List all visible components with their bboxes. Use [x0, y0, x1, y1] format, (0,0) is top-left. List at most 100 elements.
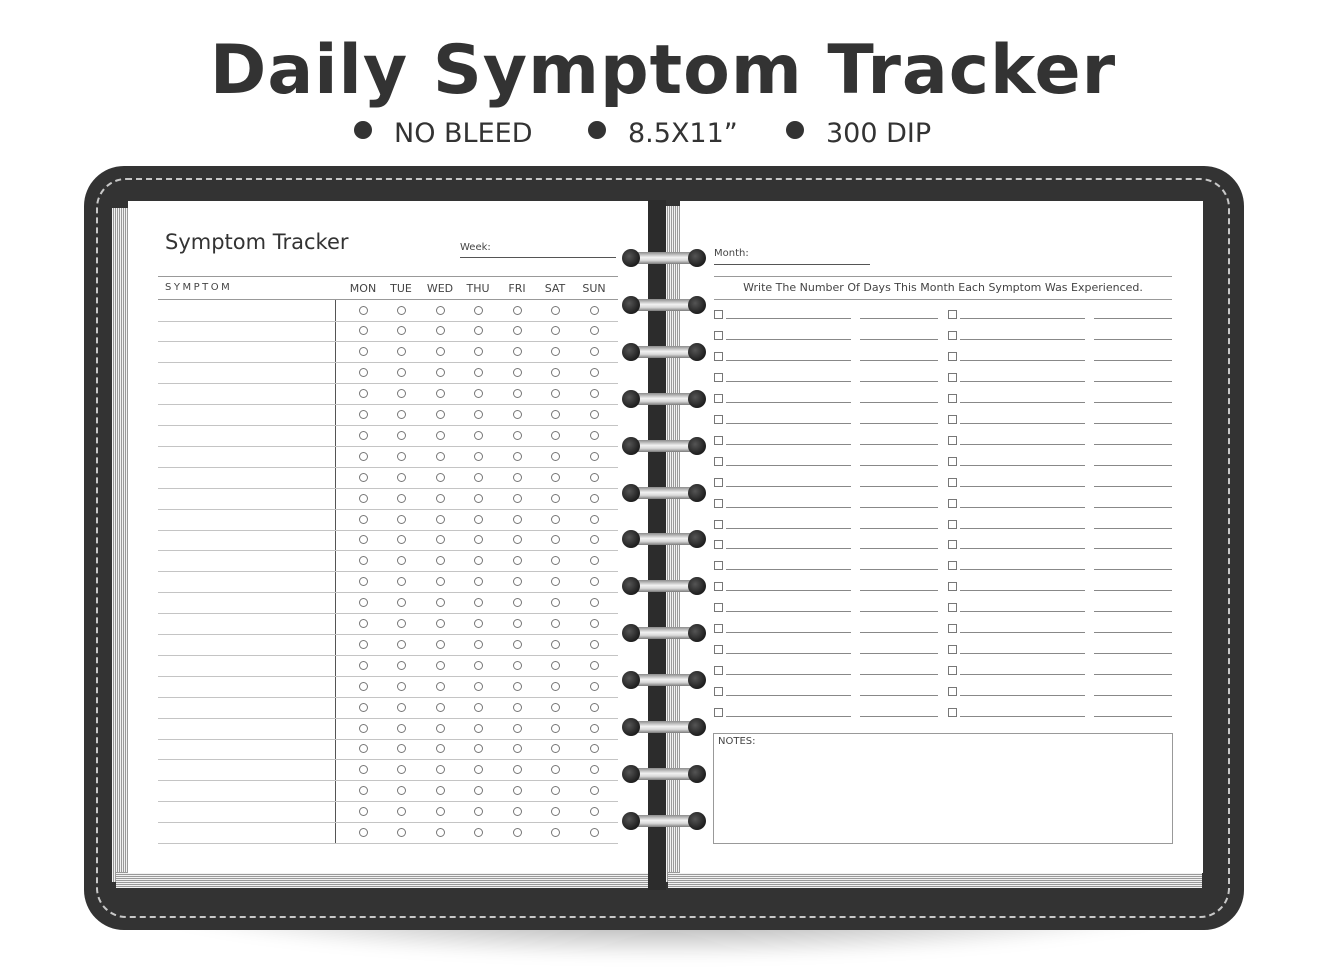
empty-checkbox-icon[interactable] — [714, 456, 723, 466]
empty-circle-icon[interactable] — [435, 493, 445, 503]
empty-circle-icon[interactable] — [589, 493, 599, 503]
empty-circle-icon[interactable] — [396, 681, 406, 691]
empty-circle-icon[interactable] — [473, 598, 483, 608]
empty-circle-icon[interactable] — [358, 410, 368, 419]
empty-circle-icon[interactable] — [473, 702, 483, 712]
empty-circle-icon[interactable] — [473, 660, 483, 670]
empty-checkbox-icon[interactable] — [948, 310, 957, 319]
empty-circle-icon[interactable] — [396, 389, 406, 399]
empty-circle-icon[interactable] — [435, 535, 445, 545]
symptom-name-field[interactable] — [158, 697, 334, 717]
empty-circle-icon[interactable] — [512, 723, 522, 733]
empty-circle-icon[interactable] — [473, 451, 483, 461]
empty-circle-icon[interactable] — [589, 347, 599, 357]
empty-circle-icon[interactable] — [512, 702, 522, 712]
days-count-line[interactable] — [1094, 318, 1172, 319]
empty-checkbox-icon[interactable] — [714, 498, 723, 508]
symptom-name-line[interactable] — [726, 548, 851, 550]
symptom-name-line[interactable] — [726, 674, 851, 676]
days-count-line[interactable] — [860, 611, 938, 613]
symptom-name-line[interactable] — [726, 695, 851, 697]
empty-circle-icon[interactable] — [512, 347, 522, 357]
empty-circle-icon[interactable] — [550, 514, 560, 524]
empty-circle-icon[interactable] — [435, 723, 445, 733]
empty-circle-icon[interactable] — [396, 493, 406, 503]
empty-circle-icon[interactable] — [589, 828, 599, 837]
days-count-line[interactable] — [1094, 611, 1172, 613]
empty-circle-icon[interactable] — [473, 305, 483, 315]
empty-circle-icon[interactable] — [473, 786, 483, 796]
empty-circle-icon[interactable] — [550, 556, 560, 566]
empty-circle-icon[interactable] — [473, 556, 483, 566]
days-count-line[interactable] — [1094, 464, 1172, 466]
empty-circle-icon[interactable] — [512, 451, 522, 461]
empty-circle-icon[interactable] — [396, 535, 406, 545]
empty-circle-icon[interactable] — [550, 598, 560, 608]
empty-circle-icon[interactable] — [550, 619, 560, 628]
symptom-name-line[interactable] — [726, 401, 851, 403]
empty-checkbox-icon[interactable] — [714, 582, 723, 592]
days-count-line[interactable] — [860, 590, 938, 592]
symptom-name-field[interactable] — [158, 384, 334, 404]
symptom-name-field[interactable] — [158, 739, 334, 759]
symptom-name-field[interactable] — [158, 572, 334, 592]
empty-checkbox-icon[interactable] — [714, 414, 723, 424]
empty-circle-icon[interactable] — [473, 493, 483, 503]
empty-checkbox-icon[interactable] — [948, 372, 957, 382]
days-count-line[interactable] — [1094, 632, 1172, 634]
empty-circle-icon[interactable] — [396, 723, 406, 733]
empty-circle-icon[interactable] — [396, 347, 406, 357]
empty-circle-icon[interactable] — [435, 451, 445, 461]
symptom-name-line[interactable] — [960, 380, 1085, 382]
empty-checkbox-icon[interactable] — [948, 330, 957, 340]
empty-circle-icon[interactable] — [396, 598, 406, 608]
empty-circle-icon[interactable] — [512, 786, 522, 796]
empty-circle-icon[interactable] — [435, 472, 445, 482]
symptom-name-line[interactable] — [726, 422, 851, 424]
empty-circle-icon[interactable] — [550, 389, 560, 399]
empty-circle-icon[interactable] — [589, 410, 599, 419]
empty-circle-icon[interactable] — [473, 326, 483, 336]
empty-circle-icon[interactable] — [358, 430, 368, 440]
symptom-name-field[interactable] — [158, 467, 334, 487]
symptom-name-line[interactable] — [726, 590, 851, 592]
days-count-line[interactable] — [860, 569, 938, 571]
empty-circle-icon[interactable] — [550, 723, 560, 733]
empty-circle-icon[interactable] — [435, 389, 445, 399]
empty-circle-icon[interactable] — [550, 786, 560, 796]
empty-circle-icon[interactable] — [589, 556, 599, 566]
days-count-line[interactable] — [860, 695, 938, 697]
empty-circle-icon[interactable] — [358, 368, 368, 378]
empty-circle-icon[interactable] — [435, 577, 445, 587]
empty-circle-icon[interactable] — [473, 389, 483, 399]
empty-circle-icon[interactable] — [396, 556, 406, 566]
symptom-name-field[interactable] — [158, 300, 334, 320]
empty-circle-icon[interactable] — [435, 744, 445, 754]
empty-circle-icon[interactable] — [512, 619, 522, 628]
empty-checkbox-icon[interactable] — [714, 393, 723, 403]
empty-checkbox-icon[interactable] — [948, 519, 957, 529]
empty-checkbox-icon[interactable] — [948, 603, 957, 613]
empty-circle-icon[interactable] — [358, 535, 368, 545]
empty-circle-icon[interactable] — [550, 807, 560, 817]
empty-circle-icon[interactable] — [358, 451, 368, 461]
empty-circle-icon[interactable] — [358, 493, 368, 503]
empty-circle-icon[interactable] — [589, 389, 599, 399]
days-count-line[interactable] — [860, 653, 938, 655]
empty-circle-icon[interactable] — [396, 451, 406, 461]
empty-circle-icon[interactable] — [550, 472, 560, 482]
symptom-name-field[interactable] — [158, 614, 334, 634]
days-count-line[interactable] — [860, 359, 938, 361]
days-count-line[interactable] — [1094, 569, 1172, 571]
empty-checkbox-icon[interactable] — [948, 393, 957, 403]
empty-circle-icon[interactable] — [589, 577, 599, 587]
empty-circle-icon[interactable] — [396, 305, 406, 315]
empty-circle-icon[interactable] — [550, 326, 560, 336]
symptom-name-line[interactable] — [726, 443, 851, 445]
symptom-name-line[interactable] — [960, 527, 1085, 529]
empty-circle-icon[interactable] — [396, 326, 406, 336]
empty-circle-icon[interactable] — [512, 681, 522, 691]
symptom-name-line[interactable] — [726, 632, 851, 634]
symptom-name-line[interactable] — [960, 464, 1085, 466]
symptom-name-line[interactable] — [726, 464, 851, 466]
